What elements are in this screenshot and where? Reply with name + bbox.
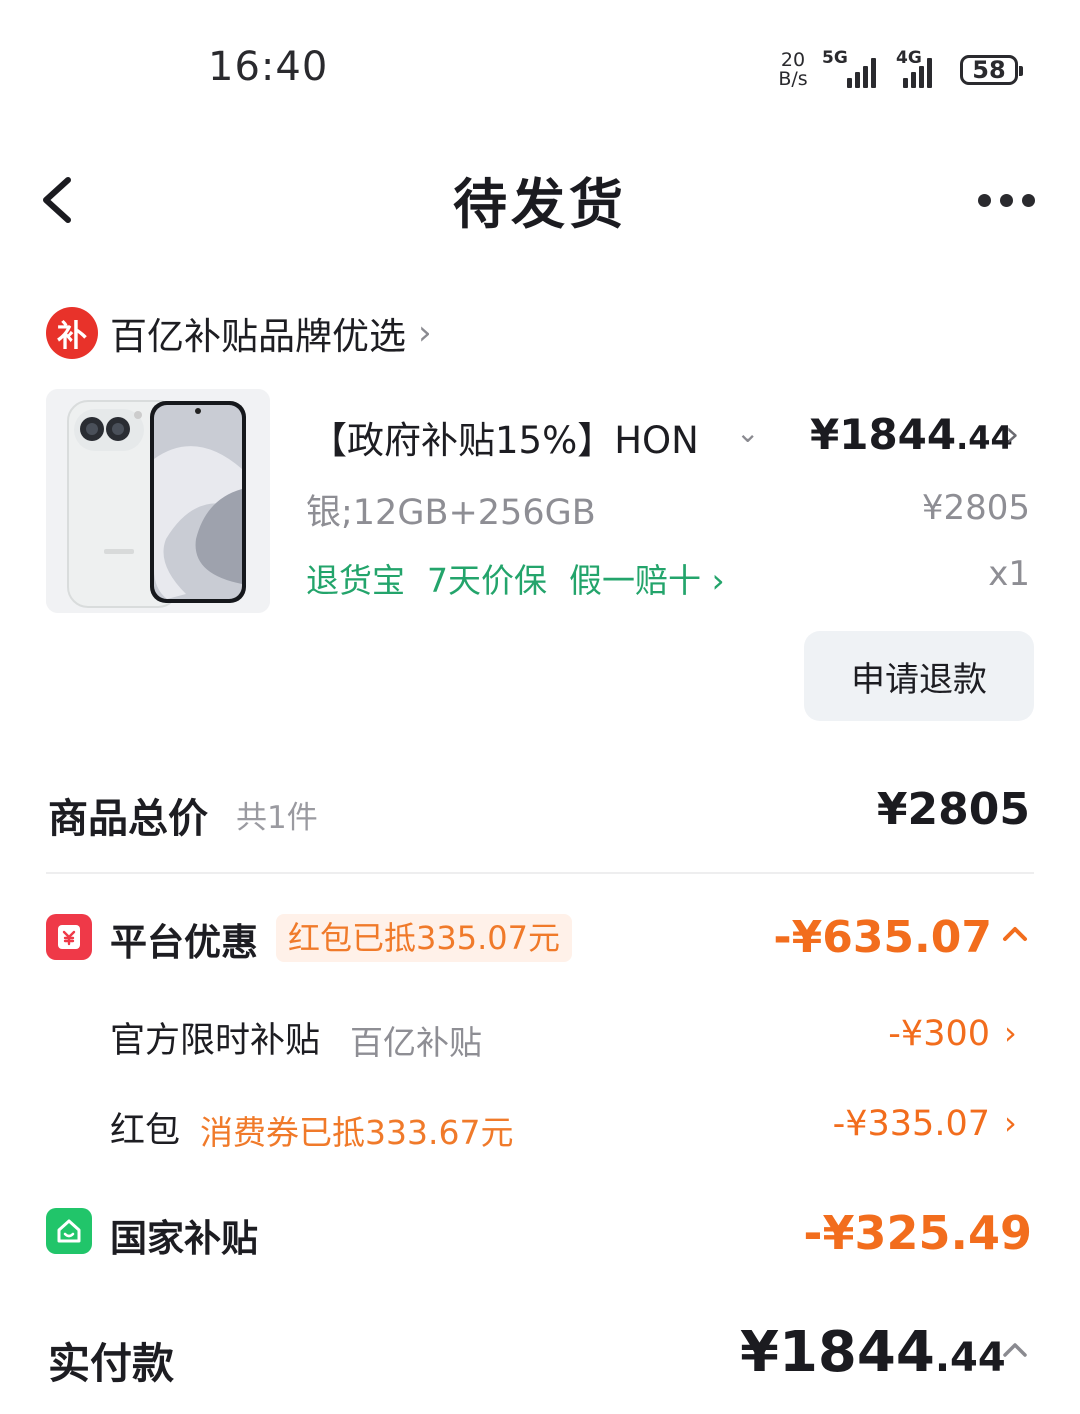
signal-5g-label: 5G — [822, 48, 848, 68]
platform-discount-value: -¥635.07 — [773, 912, 992, 963]
collapse-platform-icon[interactable] — [1000, 918, 1030, 958]
quantity: x1 — [988, 554, 1030, 594]
national-subsidy-label: 国家补贴 — [110, 1217, 258, 1260]
original-price: ¥2805 — [921, 488, 1030, 528]
subsidy-logo-icon: 补 — [46, 307, 98, 359]
tag-return-insurance[interactable]: 退货宝 — [306, 554, 405, 602]
red-packet-value[interactable]: -¥335.07 — [820, 1104, 990, 1144]
platform-discount-badge: 红包已抵335.07元 — [276, 914, 572, 962]
phone-image — [46, 389, 270, 613]
signal-4g-icon: 4G — [896, 48, 948, 88]
collapse-paid-icon[interactable] — [1000, 1334, 1030, 1374]
signal-5g-icon: 5G — [822, 48, 884, 88]
signal-4g-label: 4G — [896, 48, 922, 68]
chevron-right-icon[interactable]: › — [1005, 414, 1019, 455]
total-value: ¥2805 — [876, 784, 1030, 835]
product-price-int: ¥1844 — [810, 410, 957, 459]
chevron-right-icon[interactable]: › — [1004, 1014, 1017, 1052]
official-subsidy-value[interactable]: -¥300 — [840, 1014, 990, 1054]
shop-name: 百亿补贴品牌优选 — [110, 315, 406, 358]
paid-value-int: ¥1844 — [740, 1320, 935, 1385]
status-indicators: 20 B/s 5G 4G 58 — [776, 48, 1023, 92]
product-image[interactable] — [46, 389, 270, 613]
page-title: 待发货 — [453, 173, 627, 236]
more-button[interactable] — [978, 186, 1044, 214]
red-packet-note: 消费券已抵333.67元 — [200, 1113, 514, 1152]
national-subsidy-value: -¥325.49 — [803, 1206, 1032, 1260]
chevron-right-icon: › — [418, 313, 432, 353]
total-label: 商品总价 — [48, 796, 208, 842]
refund-button[interactable]: 申请退款 — [804, 631, 1034, 721]
expand-title-icon[interactable]: ⌄ — [736, 416, 759, 449]
product-price[interactable]: ¥1844.44 — [810, 410, 1013, 459]
platform-discount-icon — [46, 914, 92, 960]
status-time: 16:40 — [208, 44, 329, 90]
service-tags[interactable]: 退货宝 7天价保 假一赔十 › — [306, 554, 725, 602]
network-speed: 20 B/s — [776, 51, 810, 89]
official-subsidy-note: 百亿补贴 — [350, 1023, 482, 1062]
national-subsidy-icon — [46, 1208, 92, 1254]
total-count: 共1件 — [236, 800, 318, 836]
official-subsidy-label: 官方限时补贴 — [110, 1021, 321, 1061]
paid-value-dec: .44 — [934, 1335, 1006, 1381]
battery-level: 58 — [972, 56, 1006, 84]
paid-value: ¥1844.44 — [740, 1320, 1006, 1385]
platform-discount-label: 平台优惠 — [110, 921, 258, 964]
red-packet-label: 红包 — [110, 1111, 181, 1151]
more-horizontal-icon — [978, 193, 991, 207]
house-icon — [57, 1219, 81, 1243]
tag-fake-compensation[interactable]: 假一赔十 › — [569, 554, 725, 602]
product-title[interactable]: 【政府补贴15%】HON — [310, 410, 730, 464]
shop-link[interactable]: 补 百亿补贴品牌优选 › — [46, 306, 432, 360]
product-spec: 银;12GB+256GB — [306, 493, 596, 533]
battery-icon: 58 — [960, 55, 1023, 85]
divider — [46, 872, 1034, 874]
chevron-right-icon[interactable]: › — [1004, 1104, 1017, 1142]
paid-label: 实付款 — [48, 1339, 175, 1388]
network-speed-unit: B/s — [778, 68, 808, 90]
red-packet-icon — [58, 925, 80, 949]
tag-price-protect[interactable]: 7天价保 — [427, 554, 547, 602]
